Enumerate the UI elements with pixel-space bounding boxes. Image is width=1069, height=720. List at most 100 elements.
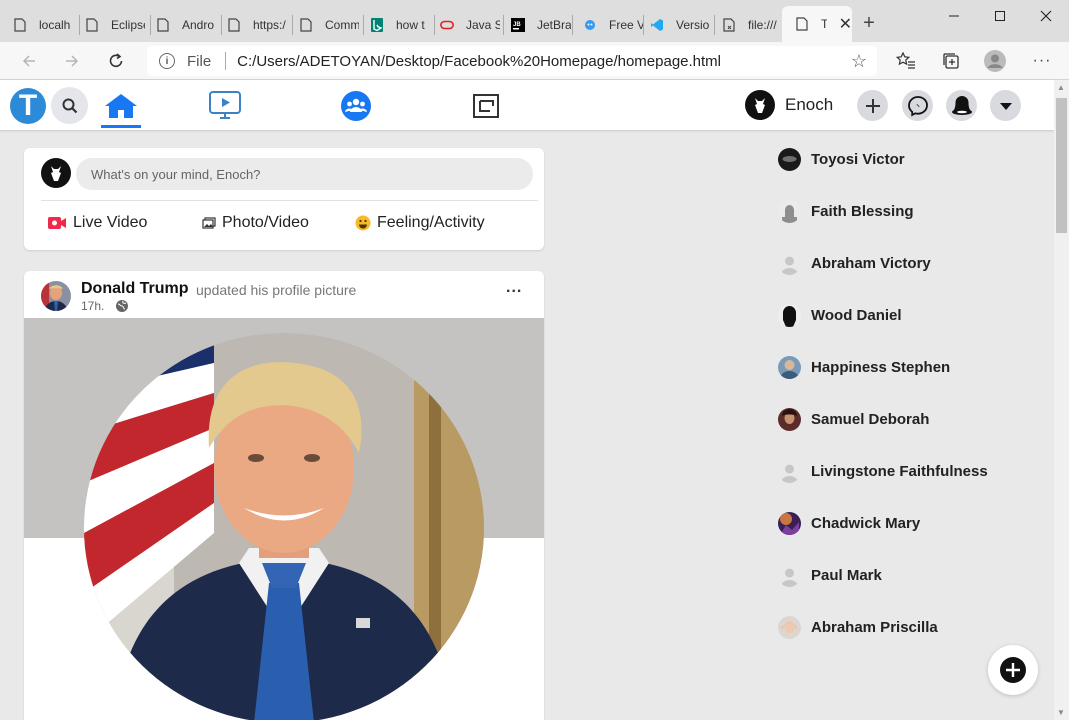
browser-tab[interactable]: https:/ bbox=[214, 9, 292, 41]
close-tab-icon[interactable]: ✕ bbox=[839, 14, 852, 34]
address-input[interactable]: i File C:/Users/ADETOYAN/Desktop/Faceboo… bbox=[147, 46, 877, 76]
page-icon bbox=[85, 18, 99, 32]
new-tab-button[interactable]: + bbox=[858, 12, 880, 35]
profile-photo[interactable] bbox=[84, 333, 484, 720]
create-button[interactable] bbox=[857, 90, 888, 121]
site-header: T Enoch bbox=[0, 80, 1054, 130]
page-icon bbox=[795, 17, 809, 31]
post-action-text: updated his profile picture bbox=[196, 282, 357, 298]
gaming-icon bbox=[473, 94, 499, 118]
contact-avatar bbox=[778, 563, 801, 587]
browser-tab[interactable]: Andro bbox=[143, 9, 221, 41]
photo-icon bbox=[202, 217, 216, 229]
contact-avatar bbox=[778, 147, 801, 171]
forward-button[interactable] bbox=[61, 50, 83, 72]
page-icon bbox=[299, 18, 313, 32]
user-name: Enoch bbox=[785, 95, 834, 114]
browser-tab[interactable]: JB JetBra bbox=[498, 9, 576, 41]
contact-avatar bbox=[778, 355, 801, 379]
post-author[interactable]: Donald Trump bbox=[81, 280, 189, 298]
contact-item[interactable]: Happiness Stephen bbox=[778, 354, 950, 380]
browser-tab[interactable]: Comm bbox=[286, 9, 364, 41]
author-avatar[interactable] bbox=[41, 281, 71, 311]
contact-item[interactable]: Wood Daniel bbox=[778, 302, 902, 328]
contact-item[interactable]: Chadwick Mary bbox=[778, 510, 920, 536]
messenger-icon bbox=[907, 95, 928, 117]
contact-avatar bbox=[778, 251, 801, 275]
vertical-scrollbar[interactable]: ▲ ▼ bbox=[1054, 80, 1069, 720]
page-icon bbox=[13, 18, 27, 32]
browser-tab[interactable]: Eclipse bbox=[72, 9, 150, 41]
collections-icon[interactable] bbox=[939, 50, 963, 72]
live-video-icon bbox=[48, 216, 67, 230]
browser-tab[interactable]: file:/// bbox=[709, 9, 785, 41]
feeling-activity-button[interactable]: Feeling/Activity bbox=[355, 214, 485, 232]
favorite-star-icon[interactable]: ☆ bbox=[851, 51, 867, 72]
scroll-up-icon[interactable]: ▲ bbox=[1057, 83, 1065, 92]
browser-tab[interactable]: localh bbox=[0, 9, 78, 41]
messenger-button[interactable] bbox=[902, 90, 933, 121]
contact-item[interactable]: Abraham Victory bbox=[778, 250, 931, 276]
contact-item[interactable]: Faith Blessing bbox=[778, 198, 914, 224]
post-options-button[interactable]: ... bbox=[506, 279, 522, 297]
groups-icon bbox=[341, 91, 371, 121]
caret-down-icon bbox=[999, 102, 1012, 110]
watch-icon bbox=[209, 91, 241, 119]
scrollbar-thumb[interactable] bbox=[1056, 98, 1067, 233]
globe-icon bbox=[116, 300, 129, 312]
scroll-down-icon[interactable]: ▼ bbox=[1057, 708, 1065, 717]
jetbrains-icon: JB bbox=[511, 18, 525, 32]
contact-avatar bbox=[778, 199, 801, 223]
info-icon[interactable]: i bbox=[159, 53, 175, 69]
browser-tab-active[interactable]: To ✕ bbox=[782, 6, 852, 42]
site-logo[interactable]: T bbox=[10, 88, 46, 124]
new-message-button[interactable] bbox=[988, 645, 1038, 695]
browser-tab[interactable]: how t bbox=[357, 9, 435, 41]
close-window-button[interactable] bbox=[1023, 4, 1069, 28]
address-url[interactable]: C:/Users/ADETOYAN/Desktop/Facebook%20Hom… bbox=[237, 53, 721, 70]
notifications-button[interactable] bbox=[946, 90, 977, 121]
fontawesome-icon bbox=[583, 18, 597, 32]
status-input[interactable]: What's on your mind, Enoch? bbox=[76, 158, 533, 190]
favorites-icon[interactable] bbox=[894, 50, 918, 72]
file-icon bbox=[722, 18, 736, 32]
browser-tab[interactable]: Java S bbox=[427, 9, 505, 41]
address-scheme-label: File bbox=[187, 52, 212, 70]
contact-avatar bbox=[778, 615, 801, 639]
post-time[interactable]: 17h. bbox=[81, 299, 104, 313]
contact-item[interactable]: Livingstone Faithfulness bbox=[778, 458, 988, 484]
more-options-icon[interactable]: ··· bbox=[1030, 50, 1054, 72]
browser-tab-bar: localh Eclipse Andro https:/ Comm how t … bbox=[0, 0, 1069, 42]
post-composer: What's on your mind, Enoch? Live Video P… bbox=[24, 148, 544, 250]
user-avatar bbox=[745, 90, 775, 120]
contact-item[interactable]: Abraham Priscilla bbox=[778, 614, 938, 640]
nav-watch[interactable] bbox=[205, 88, 245, 124]
refresh-button[interactable] bbox=[105, 50, 127, 72]
search-button[interactable] bbox=[51, 87, 88, 124]
contact-avatar bbox=[778, 303, 801, 327]
browser-address-bar: i File C:/Users/ADETOYAN/Desktop/Faceboo… bbox=[0, 42, 1069, 80]
profile-chip[interactable]: Enoch bbox=[745, 90, 833, 120]
account-menu-button[interactable] bbox=[990, 90, 1021, 121]
contact-item[interactable]: Paul Mark bbox=[778, 562, 882, 588]
browser-tab[interactable]: Versio bbox=[637, 9, 715, 41]
minimize-button[interactable] bbox=[931, 4, 977, 28]
contact-avatar bbox=[778, 511, 801, 535]
search-icon bbox=[62, 98, 77, 113]
nav-gaming[interactable] bbox=[466, 88, 506, 124]
smiley-icon bbox=[355, 215, 371, 231]
contact-item[interactable]: Toyosi Victor bbox=[778, 146, 905, 172]
photo-video-button[interactable]: Photo/Video bbox=[202, 214, 309, 232]
profile-avatar-icon[interactable] bbox=[983, 50, 1007, 72]
plus-icon bbox=[865, 98, 880, 113]
live-video-button[interactable]: Live Video bbox=[48, 214, 147, 232]
plus-circle-icon bbox=[1000, 657, 1026, 683]
maximize-button[interactable] bbox=[977, 4, 1023, 28]
nav-groups[interactable] bbox=[336, 88, 376, 124]
vscode-icon bbox=[650, 18, 664, 32]
contact-avatar bbox=[778, 459, 801, 483]
oracle-icon bbox=[440, 18, 454, 32]
contact-item[interactable]: Samuel Deborah bbox=[778, 406, 929, 432]
back-button[interactable] bbox=[18, 50, 40, 72]
nav-home[interactable] bbox=[101, 88, 141, 128]
